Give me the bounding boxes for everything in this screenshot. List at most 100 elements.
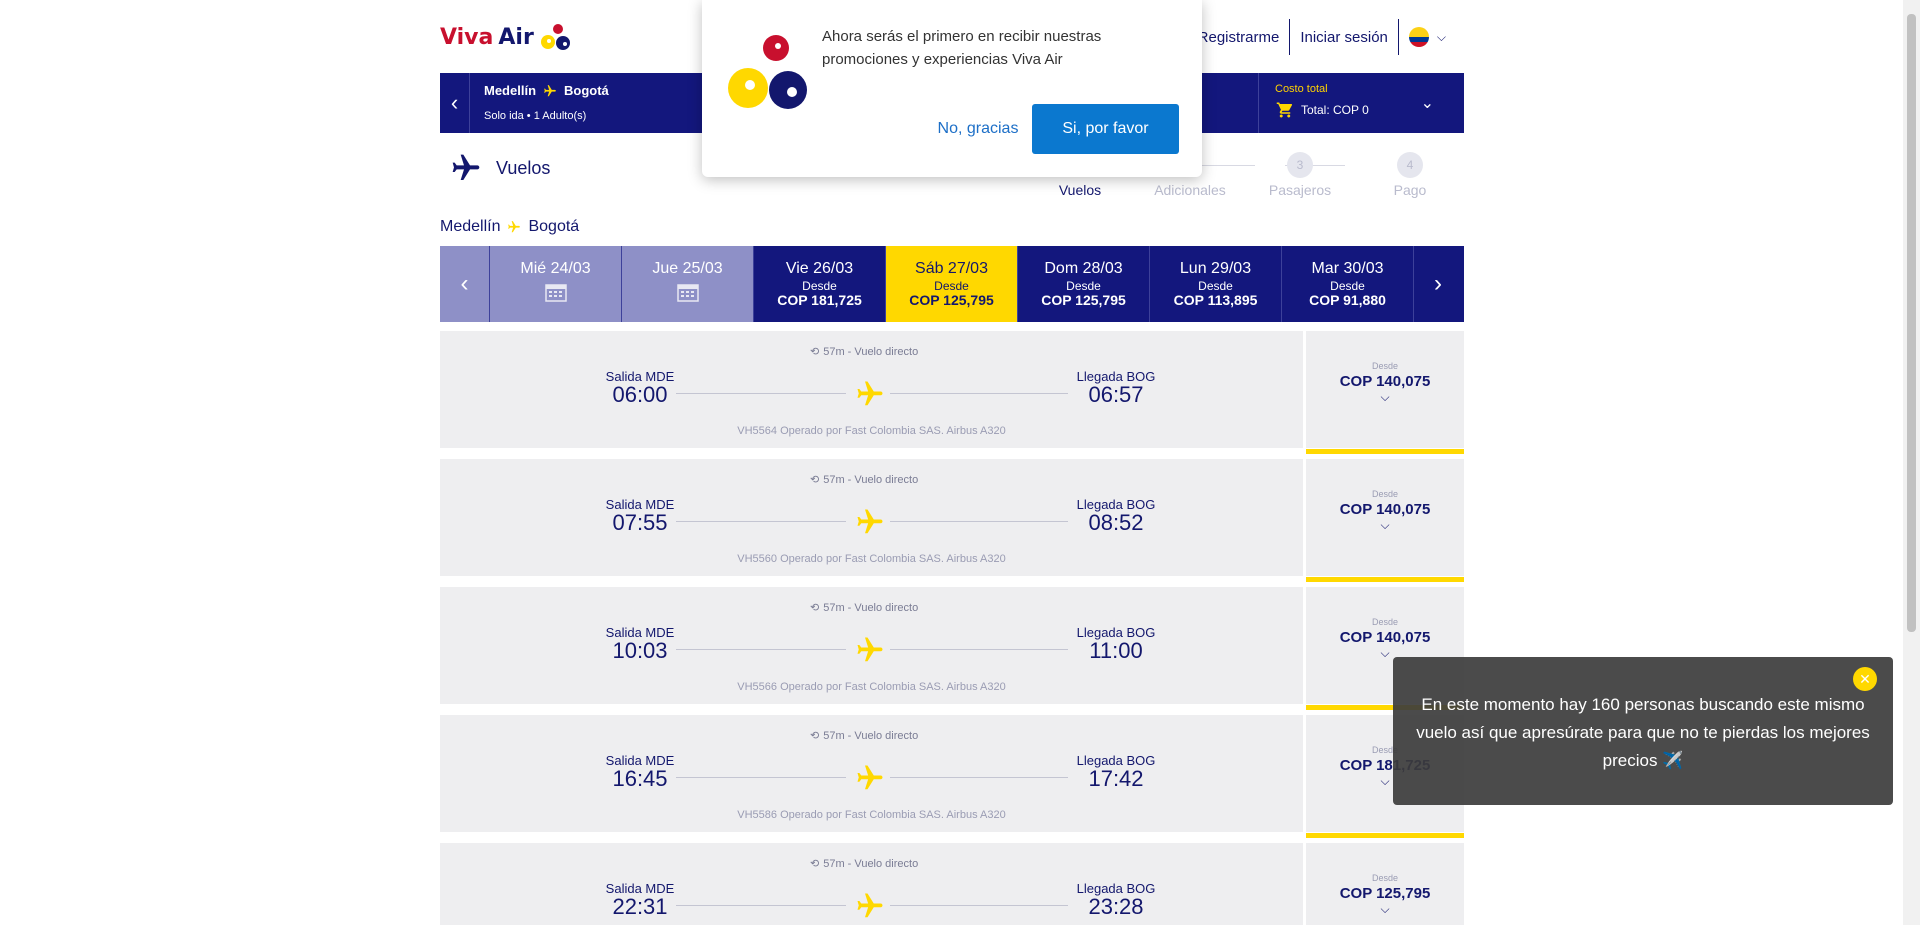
airplane-icon	[857, 381, 883, 406]
flight-row[interactable]: ⟲ 57m - Vuelo directo Salida MDE 07:55 Lle…	[440, 459, 1464, 582]
operator-info: VH5564 Operado por Fast Colombia SAS. Ai…	[737, 425, 1006, 437]
route-line	[676, 521, 846, 522]
date-option[interactable]: Dom 28/03 Desde COP 125,795	[1017, 246, 1149, 322]
date-option: Jue 25/03	[621, 246, 753, 322]
date-label: Mié 24/03	[520, 260, 591, 277]
airplane-icon	[857, 893, 883, 918]
arrival: Llegada BOG 23:28	[1066, 881, 1166, 918]
flight-duration: ⟲ 57m - Vuelo directo	[810, 729, 919, 743]
cost-total: Total: COP 0	[1275, 101, 1464, 119]
step-label: Pasajeros	[1268, 182, 1332, 198]
arrival-time: 17:42	[1088, 766, 1144, 791]
cost-total-value: Total: COP 0	[1301, 103, 1369, 117]
arrival: Llegada BOG 17:42	[1066, 753, 1166, 790]
notification-permission-dialog: Ahora serás el primero en recibir nuestr…	[702, 0, 1202, 177]
date-from: Desde	[1066, 279, 1101, 293]
step-passengers: 3 Pasajeros	[1245, 152, 1355, 198]
date-price: COP 125,795	[1041, 292, 1126, 308]
flight-row[interactable]: ⟲ 57m - Vuelo directo Salida MDE 10:03 Lle…	[440, 587, 1464, 710]
arrival-time: 23:28	[1088, 894, 1144, 919]
fare-button[interactable]: Desde COP 140,075 ⌵	[1306, 331, 1464, 454]
section-header: Vuelos	[450, 152, 550, 184]
back-button[interactable]: ‹	[440, 73, 470, 133]
chevron-down-icon: ⌵	[1436, 29, 1446, 44]
toast-message: En este momento hay 160 personas buscand…	[1416, 695, 1870, 770]
next-dates-button[interactable]: ›	[1413, 246, 1462, 322]
date-option[interactable]: Vie 26/03 Desde COP 181,725	[753, 246, 885, 322]
departure-time: 22:31	[612, 894, 668, 919]
date-option[interactable]: Mar 30/03 Desde COP 91,880	[1281, 246, 1413, 322]
duration-text: 57m - Vuelo directo	[823, 473, 919, 486]
fare-highlight-bar	[1306, 449, 1464, 454]
operator-info: VH5566 Operado por Fast Colombia SAS. Ai…	[737, 681, 1006, 693]
scrollbar-thumb[interactable]	[1907, 14, 1916, 632]
fare-price: COP 140,075	[1339, 373, 1431, 390]
logo-dots-icon	[540, 24, 570, 50]
accept-button[interactable]: Si, por favor	[1032, 104, 1179, 154]
clock-icon: ⟲	[810, 474, 820, 486]
chevron-left-icon: ‹	[460, 270, 469, 297]
airplane-icon	[508, 221, 521, 233]
date-option[interactable]: Lun 29/03 Desde COP 113,895	[1149, 246, 1281, 322]
language-selector[interactable]: ⌵	[1399, 19, 1456, 55]
duration-text: 57m - Vuelo directo	[823, 729, 919, 742]
step-label: Vuelos	[1058, 182, 1102, 198]
total-cost[interactable]: Costo total Total: COP 0 ⌄	[1258, 73, 1464, 133]
logo-dots-icon	[728, 35, 807, 109]
route-line	[890, 521, 1068, 522]
departure-time: 07:55	[612, 510, 668, 535]
route-line	[890, 777, 1068, 778]
page-scrollbar[interactable]	[1903, 0, 1920, 925]
date-price: COP 125,795	[909, 292, 994, 308]
fare-button[interactable]: Desde COP 140,075 ⌵	[1306, 459, 1464, 582]
chevron-down-icon: ⌵	[1380, 390, 1390, 404]
flight-row[interactable]: ⟲ 57m - Vuelo directo Salida MDE 22:31 Lle…	[440, 843, 1464, 925]
register-link[interactable]: Registrarme	[1188, 19, 1290, 55]
date-label: Dom 28/03	[1044, 260, 1123, 277]
duration-text: 57m - Vuelo directo	[823, 345, 919, 358]
date-price: COP 181,725	[777, 292, 862, 308]
departure: Salida MDE 07:55	[590, 497, 690, 534]
operator-info: VH5586 Operado por Fast Colombia SAS. Ai…	[737, 809, 1006, 821]
departure-time: 16:45	[612, 766, 668, 791]
date-option-selected[interactable]: Sáb 27/03 Desde COP 125,795	[885, 246, 1017, 322]
departure: Salida MDE 06:00	[590, 369, 690, 406]
close-button[interactable]: ✕	[1853, 667, 1877, 691]
calendar-icon	[490, 282, 621, 307]
airplane-icon	[544, 84, 556, 96]
step-label: Adicionales	[1154, 182, 1226, 198]
cart-icon	[1276, 102, 1293, 118]
date-from: Desde	[1198, 279, 1233, 293]
departure-time: 10:03	[612, 638, 668, 663]
flight-row[interactable]: ⟲ 57m - Vuelo directo Salida MDE 06:00 Lle…	[440, 331, 1464, 454]
date-option: Mié 24/03	[489, 246, 621, 322]
route-line	[676, 393, 846, 394]
flight-row[interactable]: ⟲ 57m - Vuelo directo Salida MDE 16:45 Lle…	[440, 715, 1464, 838]
duration-text: 57m - Vuelo directo	[823, 601, 919, 614]
arrival-time: 08:52	[1088, 510, 1144, 535]
arrival-time: 06:57	[1088, 382, 1144, 407]
date-label: Lun 29/03	[1179, 260, 1252, 277]
route-destination: Bogotá	[528, 218, 580, 235]
chevron-down-icon: ⌵	[1380, 902, 1390, 916]
date-from: Desde	[934, 279, 969, 293]
flight-duration: ⟲ 57m - Vuelo directo	[810, 601, 919, 615]
summary-destination: Bogotá	[564, 83, 609, 98]
logo-viva: Viva	[440, 24, 494, 50]
colombia-flag-icon	[1408, 27, 1429, 47]
route-origin: Medellín	[440, 218, 501, 235]
flight-duration: ⟲ 57m - Vuelo directo	[810, 345, 919, 359]
flight-details: ⟲ 57m - Vuelo directo Salida MDE 16:45 Lle…	[440, 715, 1303, 832]
fare-from: Desde	[1371, 873, 1398, 883]
login-link[interactable]: Iniciar sesión	[1290, 19, 1398, 55]
chevron-down-icon: ⌵	[1380, 518, 1390, 532]
clock-icon: ⟲	[810, 730, 820, 742]
step-number: 3	[1287, 152, 1313, 178]
route-title: Medellín Bogotá	[440, 218, 579, 236]
airplane-icon	[857, 765, 883, 790]
prev-dates-button[interactable]: ‹	[440, 246, 489, 322]
flight-duration: ⟲ 57m - Vuelo directo	[810, 473, 919, 487]
fare-button[interactable]: Desde COP 125,795 ⌵	[1306, 843, 1464, 925]
viva-air-logo[interactable]: Viva Air	[440, 22, 574, 52]
arrival: Llegada BOG 06:57	[1066, 369, 1166, 406]
